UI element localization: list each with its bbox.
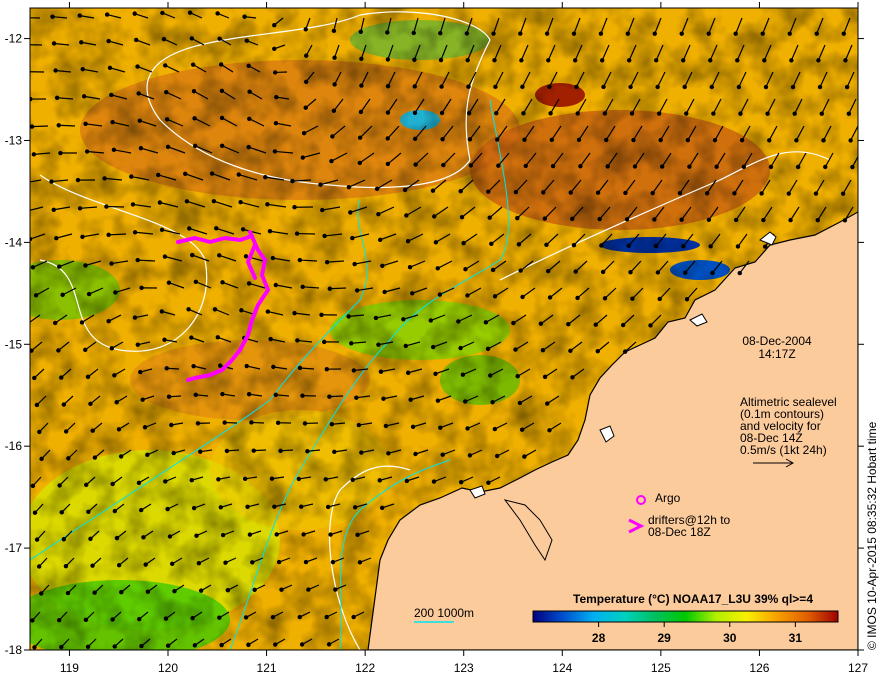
sst-map: 119 120 121 122 123 124 125 126 127 -12 -13 -14 -15 -… [5,2,879,675]
drifters-label: 08-Dec 18Z [648,525,711,539]
colorbar-tick-label: 30 [723,631,737,645]
lon-tick-label: 121 [257,661,277,675]
bathymetry-label: 200 1000m [414,606,474,620]
argo-label: Argo [655,491,681,505]
lat-tick-label: -12 [5,32,23,46]
lon-tick-label: 119 [60,661,79,675]
lat-tick-label: -15 [5,337,23,351]
altimetry-line: 0.5m/s (1kt 24h) [740,443,827,457]
lon-tick-label: 125 [651,661,671,675]
lon-tick-label: 124 [552,661,572,675]
colorbar-title: Temperature (°C) NOAA17_L3U 39% ql>=4 [573,592,813,606]
colorbar-tick-label: 31 [789,631,803,645]
colorbar [532,610,839,623]
time-label: 14:17Z [758,347,795,361]
lat-tick-label: -13 [5,133,23,147]
lon-tick-label: 120 [158,661,178,675]
lon-tick-label: 127 [848,661,868,675]
colorbar-tick-label: 28 [592,631,606,645]
lon-tick-label: 123 [454,661,474,675]
lat-tick-label: -14 [5,235,23,249]
date-label: 08-Dec-2004 [742,334,812,348]
credit-text: © IMOS 10-Apr-2015 08:35:32 Hobart time [865,421,879,650]
plot-area [30,8,858,650]
lat-tick-label: -17 [5,541,23,555]
colorbar-tick-label: 29 [658,631,672,645]
lon-tick-label: 126 [749,661,769,675]
lat-tick-label: -16 [5,439,23,453]
lat-tick-label: -18 [5,643,23,657]
lon-tick-label: 122 [355,661,375,675]
